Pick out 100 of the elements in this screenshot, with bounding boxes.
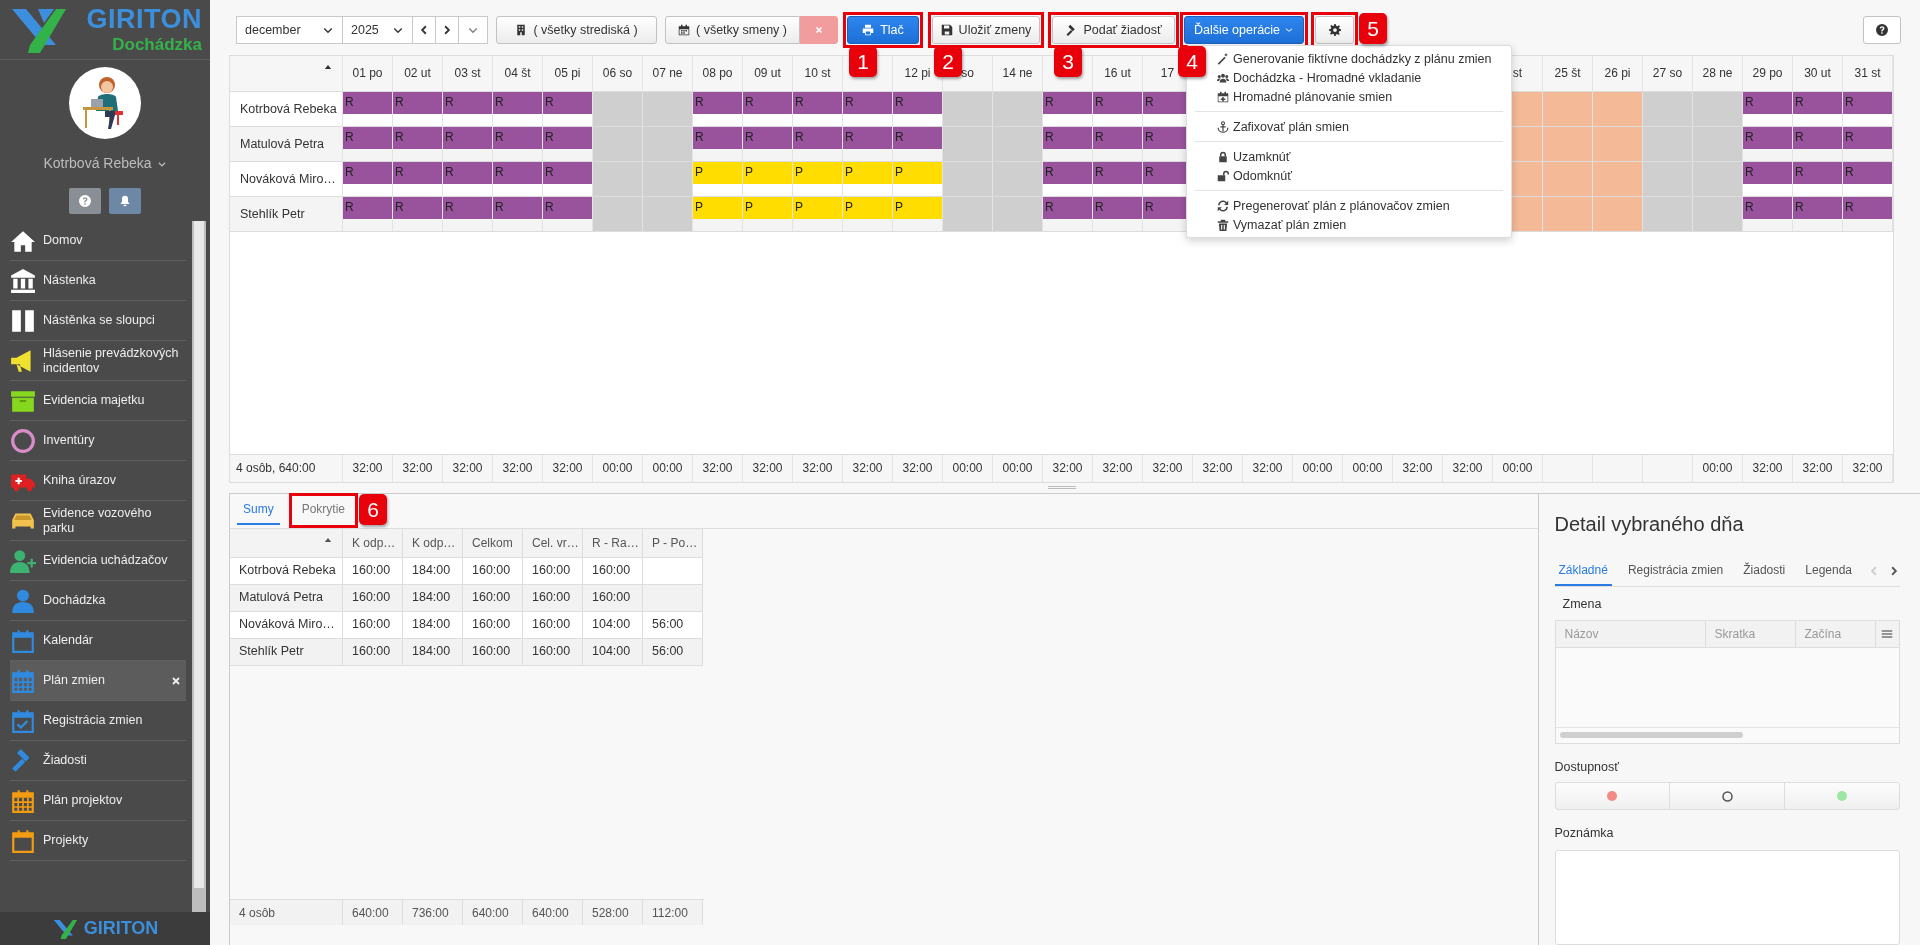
holiday-cell[interactable] (1593, 91, 1643, 126)
column-header[interactable]: 16 ut (1104, 64, 1131, 83)
shift-block[interactable]: P (793, 161, 842, 184)
holiday-cell[interactable] (1593, 161, 1643, 196)
month-select[interactable]: december (236, 16, 343, 45)
column-header[interactable]: 03 st (454, 64, 481, 83)
availability-selector[interactable] (1554, 782, 1900, 811)
column-header[interactable]: 06 so (602, 64, 633, 83)
next-button[interactable] (436, 16, 459, 45)
weekend-cell[interactable] (1693, 91, 1743, 126)
shift-block[interactable]: P (793, 196, 842, 219)
menu-item[interactable]: Zafixovať plán smien (1217, 117, 1511, 137)
weekend-cell[interactable] (593, 196, 643, 231)
column-header[interactable]: K odp… (403, 528, 463, 558)
weekend-cell[interactable] (943, 126, 993, 161)
shift-block[interactable]: P (693, 196, 742, 219)
column-header[interactable]: K odp… (343, 528, 403, 558)
column-header[interactable]: 17 (1160, 64, 1175, 83)
shift-block[interactable]: P (743, 161, 792, 184)
shift-block[interactable]: P (843, 161, 892, 184)
column-header[interactable]: 05 pi (554, 64, 581, 83)
column-header[interactable]: 29 po (1752, 64, 1783, 83)
centers-button[interactable]: ( všetky strediská ) (496, 16, 657, 45)
weekend-cell[interactable] (1643, 91, 1693, 126)
menu-icon[interactable] (1881, 627, 1894, 640)
tab[interactable]: Registrácia zmien (1623, 556, 1728, 587)
column-header[interactable]: 14 ne (1002, 64, 1033, 83)
menu-item[interactable]: Uzamknúť (1217, 147, 1511, 167)
column-header[interactable]: Cel. vr… (523, 528, 583, 558)
weekend-cell[interactable] (643, 196, 693, 231)
sidebar-item[interactable]: Kniha úrazov (10, 461, 186, 501)
tab[interactable]: Žiadosti (1739, 556, 1790, 587)
year-select[interactable]: 2025 (343, 16, 413, 45)
weekend-cell[interactable] (943, 91, 993, 126)
weekend-cell[interactable] (593, 126, 643, 161)
tab[interactable]: Pokrytie (295, 495, 352, 525)
user-menu[interactable]: Kotrbová Rebeka (43, 153, 167, 174)
splitter-handle[interactable] (1047, 486, 1076, 490)
menu-item[interactable]: Odomknúť (1217, 166, 1511, 186)
shift-block[interactable]: P (893, 196, 942, 219)
weekend-cell[interactable] (593, 161, 643, 196)
close-icon[interactable] (170, 674, 182, 687)
menu-item[interactable]: Vymazať plán zmien (1217, 215, 1511, 235)
column-header[interactable]: 25 št (1554, 64, 1581, 83)
column-header[interactable]: P - Po… (643, 528, 703, 558)
column-header[interactable]: 09 ut (754, 64, 781, 83)
weekend-cell[interactable] (943, 161, 993, 196)
print-button[interactable]: Tlač (847, 16, 919, 45)
scrollbar[interactable] (192, 221, 206, 912)
menu-item[interactable]: Pregenerovať plán z plánovačov zmien (1217, 196, 1511, 216)
menu-item[interactable]: Dochádzka - Hromadné vkladanie (1217, 68, 1511, 88)
column-header[interactable]: 27 so (1652, 64, 1683, 83)
shift-block[interactable]: P (693, 161, 742, 184)
sidebar-item[interactable]: Evidencia majetku (10, 381, 186, 421)
sidebar-item[interactable]: Nástěnka se sloupci (10, 301, 186, 341)
column-header[interactable]: so (961, 64, 974, 83)
weekend-cell[interactable] (993, 126, 1043, 161)
previous-button[interactable] (413, 16, 436, 45)
sidebar-item[interactable]: Registrácia zmien (10, 701, 186, 741)
weekend-cell[interactable] (1693, 161, 1743, 196)
sidebar-item[interactable]: Domov (10, 221, 186, 261)
column-header[interactable]: 08 po (702, 64, 733, 83)
menu-item[interactable]: Hromadné plánovanie smien (1217, 87, 1511, 107)
sidebar-item[interactable]: Plán zmien (10, 661, 186, 701)
column-header[interactable]: 02 ut (404, 64, 431, 83)
tab[interactable]: Legenda (1801, 556, 1856, 587)
tab[interactable]: Sumy (237, 495, 280, 525)
menu-item[interactable]: Generovanie fiktívne dochádzky z plánu zmien (1217, 49, 1511, 69)
weekend-cell[interactable] (643, 161, 693, 196)
tab[interactable]: Základné (1554, 556, 1612, 587)
holiday-cell[interactable] (1543, 91, 1593, 126)
sidebar-item[interactable]: Plán projektov (10, 781, 186, 821)
column-header[interactable]: Celkom (463, 528, 523, 558)
weekend-cell[interactable] (1643, 196, 1693, 231)
sidebar-item[interactable]: Inventúry (10, 421, 186, 461)
holiday-cell[interactable] (1543, 196, 1593, 231)
weekend-cell[interactable] (993, 196, 1043, 231)
holiday-cell[interactable] (1593, 196, 1643, 231)
weekend-cell[interactable] (943, 196, 993, 231)
weekend-cell[interactable] (1693, 196, 1743, 231)
action-button[interactable]: Uložiť zmeny (932, 16, 1040, 45)
column-header[interactable]: 07 ne (652, 64, 683, 83)
column-header[interactable]: 28 ne (1702, 64, 1733, 83)
weekend-cell[interactable] (993, 91, 1043, 126)
weekend-cell[interactable] (1693, 126, 1743, 161)
weekend-cell[interactable] (593, 91, 643, 126)
column-header[interactable]: 04 št (504, 64, 531, 83)
sidebar-item[interactable]: Evidencia uchádzačov (10, 541, 186, 581)
sidebar-item[interactable]: Projekty (10, 821, 186, 861)
column-header[interactable]: 26 pi (1604, 64, 1631, 83)
clear-button[interactable] (800, 16, 838, 45)
scrollbar[interactable] (1559, 732, 1743, 738)
holiday-cell[interactable] (1593, 126, 1643, 161)
sidebar-item[interactable]: Dochádzka (10, 581, 186, 621)
weekend-cell[interactable] (993, 161, 1043, 196)
column-header[interactable]: 10 st (804, 64, 831, 83)
sidebar-item[interactable]: Evidence vozového parku (10, 501, 186, 541)
shift-block[interactable]: P (893, 161, 942, 184)
weekend-cell[interactable] (1643, 161, 1693, 196)
column-header[interactable]: 01 po (352, 64, 383, 83)
